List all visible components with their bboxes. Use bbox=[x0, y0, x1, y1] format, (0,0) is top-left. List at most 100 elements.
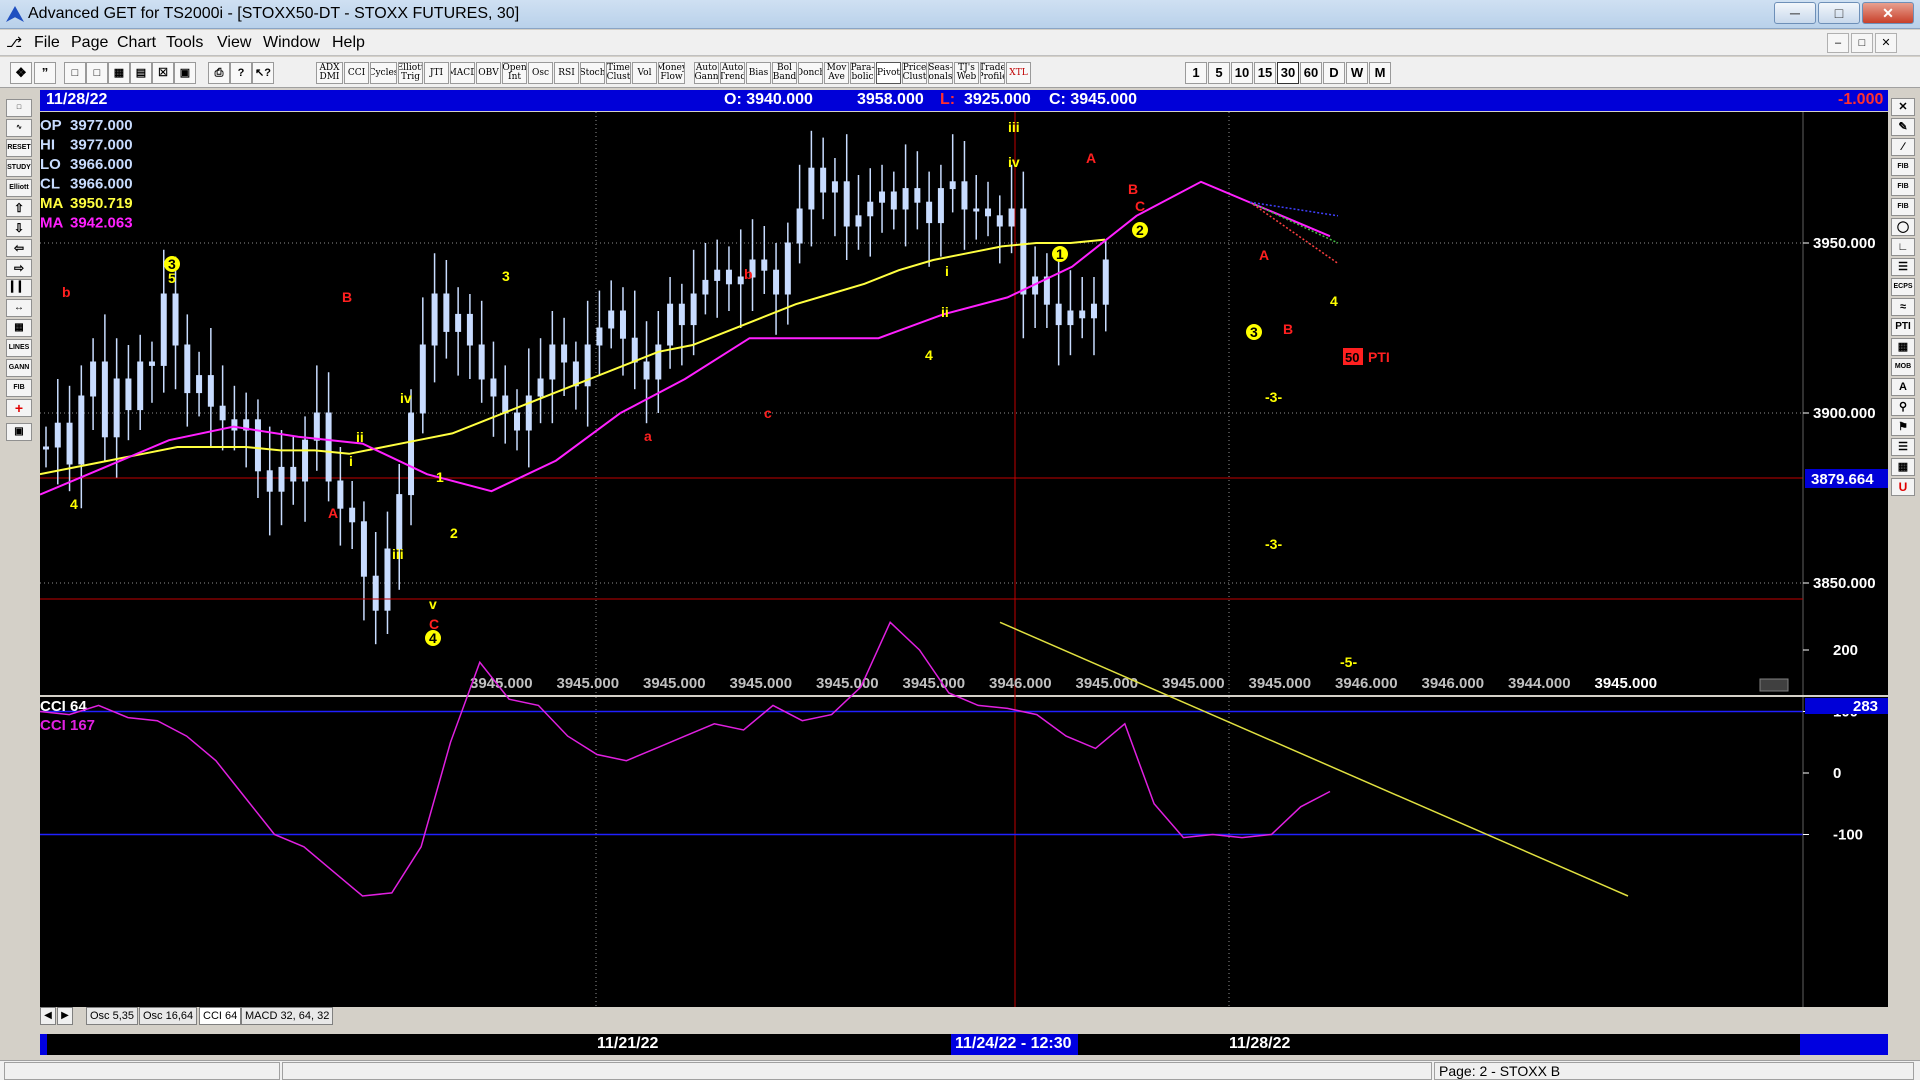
folder-icon[interactable]: □ bbox=[6, 99, 32, 117]
timeframe-button-5[interactable]: 5 bbox=[1208, 62, 1230, 84]
study-button-time-clust[interactable]: Time Clust bbox=[606, 62, 631, 84]
study-button-bias[interactable]: Bias bbox=[746, 62, 771, 84]
lines-button[interactable]: LINES bbox=[6, 339, 32, 357]
menu-file[interactable]: File bbox=[34, 34, 60, 52]
menu-chart[interactable]: Chart bbox=[117, 34, 156, 52]
arrow-right-icon[interactable]: ⇨ bbox=[6, 259, 32, 277]
tile-icon[interactable]: ▦ bbox=[108, 62, 130, 84]
scale-icon[interactable]: ↔ bbox=[6, 299, 32, 317]
menu-view[interactable]: View bbox=[217, 34, 251, 52]
study-button-xtl[interactable]: XTL bbox=[1006, 62, 1031, 84]
reset-button[interactable]: RESET bbox=[6, 139, 32, 157]
study-button-obv[interactable]: OBV bbox=[476, 62, 501, 84]
study-button-bol-band[interactable]: Bol Band bbox=[772, 62, 797, 84]
tab-scroll-left[interactable]: ◀ bbox=[40, 1007, 56, 1025]
mdi-close-button[interactable]: ✕ bbox=[1875, 33, 1897, 53]
menu-page[interactable]: Page bbox=[71, 34, 108, 52]
study-button-rsi[interactable]: RSI bbox=[554, 62, 579, 84]
print-icon[interactable]: ⎙ bbox=[208, 62, 230, 84]
menu-window[interactable]: Window bbox=[263, 34, 320, 52]
close-button[interactable]: ✕ bbox=[1862, 2, 1914, 24]
zoom-icon[interactable]: ⚲ bbox=[1891, 398, 1915, 416]
study-button-elliott-trig[interactable]: Elliott Trig bbox=[398, 62, 423, 84]
fan-icon[interactable]: ∟ bbox=[1891, 238, 1915, 256]
tab-cci-64[interactable]: CCI 64 bbox=[199, 1007, 242, 1025]
hint-icon[interactable]: ? bbox=[230, 62, 252, 84]
study-button-trade-profile[interactable]: Trade Profile bbox=[980, 62, 1005, 84]
table-icon[interactable]: ▦ bbox=[1891, 458, 1915, 476]
study-button-seas-onals[interactable]: Seas-onals bbox=[928, 62, 953, 84]
text-icon[interactable]: A bbox=[1891, 378, 1915, 396]
arrange-icon[interactable]: ▤ bbox=[130, 62, 152, 84]
study-button-tj-s-web[interactable]: TJ's Web bbox=[954, 62, 979, 84]
menu-help[interactable]: Help bbox=[332, 34, 365, 52]
study-button-mov-ave[interactable]: Mov Ave bbox=[824, 62, 849, 84]
list-icon[interactable]: ☰ bbox=[1891, 438, 1915, 456]
circle-icon[interactable]: ◯ bbox=[1891, 218, 1915, 236]
tab-macd[interactable]: MACD 32, 64, 32 bbox=[241, 1007, 334, 1025]
cross-icon[interactable]: ✕ bbox=[1891, 98, 1915, 116]
grid-icon[interactable]: ▦ bbox=[6, 319, 32, 337]
study-button-osc[interactable]: Osc bbox=[528, 62, 553, 84]
timeframe-button-d[interactable]: D bbox=[1323, 62, 1345, 84]
minimize-button[interactable]: ─ bbox=[1774, 2, 1816, 24]
camera-icon[interactable]: ▣ bbox=[6, 423, 32, 441]
tab-osc-16-64[interactable]: Osc 16,64 bbox=[139, 1007, 198, 1025]
pti-button[interactable]: PTI bbox=[1891, 318, 1915, 336]
timeframe-button-w[interactable]: W bbox=[1346, 62, 1368, 84]
study-button-jti[interactable]: JTI bbox=[424, 62, 449, 84]
fib-ext-button[interactable]: FIB EXT bbox=[1891, 178, 1915, 206]
study-button-price-clust[interactable]: Price Clust bbox=[902, 62, 927, 84]
timeframe-button-10[interactable]: 10 bbox=[1231, 62, 1253, 84]
ecps-button[interactable]: ECPS bbox=[1891, 278, 1915, 296]
timeframe-button-15[interactable]: 15 bbox=[1254, 62, 1276, 84]
wave-icon[interactable]: ≈ bbox=[1891, 298, 1915, 316]
open-icon[interactable]: □ bbox=[86, 62, 108, 84]
arrow-down-icon[interactable]: ⇩ bbox=[6, 219, 32, 237]
maximize-button[interactable]: □ bbox=[1818, 2, 1860, 24]
timeframe-button-m[interactable]: M bbox=[1369, 62, 1391, 84]
study-button-pivot[interactable]: Pivot bbox=[876, 62, 901, 84]
bars-icon[interactable]: ▎▎ bbox=[6, 279, 32, 297]
timeframe-button-60[interactable]: 60 bbox=[1300, 62, 1322, 84]
mob-button[interactable]: MOB bbox=[1891, 358, 1915, 376]
new-page-icon[interactable]: □ bbox=[64, 62, 86, 84]
study-button-cci[interactable]: CCI bbox=[344, 62, 369, 84]
chart-area[interactable]: 3950.0003900.0003850.0003879.664b354BAii… bbox=[40, 112, 1888, 1007]
pencil-icon[interactable]: ✎ bbox=[1891, 118, 1915, 136]
study-button-auto-gann[interactable]: Auto Gann bbox=[694, 62, 719, 84]
mdi-minimize-button[interactable]: – bbox=[1827, 33, 1849, 53]
fib-ret-button[interactable]: FIB RET bbox=[1891, 158, 1915, 186]
grid-tool-icon[interactable]: ▦ bbox=[1891, 338, 1915, 356]
study-button-donch[interactable]: Donch bbox=[798, 62, 823, 84]
fib-time-button[interactable]: FIB TIME bbox=[1891, 198, 1915, 226]
study-button-adx-dmi[interactable]: ADX DMI bbox=[316, 62, 343, 84]
study-button-cycles[interactable]: Cycles bbox=[370, 62, 397, 84]
study-button-stoch[interactable]: Stoch bbox=[580, 62, 605, 84]
mdi-restore-button[interactable]: □ bbox=[1851, 33, 1873, 53]
study-button-money-flow[interactable]: Money Flow bbox=[658, 62, 685, 84]
pin-icon[interactable]: ❖ bbox=[10, 62, 32, 84]
fib-button[interactable]: FIB bbox=[6, 379, 32, 397]
tag-icon[interactable]: ⚑ bbox=[1891, 418, 1915, 436]
delete-icon[interactable]: ☒ bbox=[152, 62, 174, 84]
elliott-button[interactable]: Elliott bbox=[6, 179, 32, 197]
tab-osc-5-35[interactable]: Osc 5,35 bbox=[86, 1007, 139, 1025]
study-button-open-int[interactable]: Open Int bbox=[502, 62, 527, 84]
crosshair-icon[interactable]: + bbox=[6, 399, 32, 417]
study-button-vol[interactable]: Vol bbox=[632, 62, 657, 84]
channel-icon[interactable]: ☰ bbox=[1891, 258, 1915, 276]
menu-tools[interactable]: Tools bbox=[166, 34, 203, 52]
timeframe-button-1[interactable]: 1 bbox=[1185, 62, 1207, 84]
gann-button[interactable]: GANN bbox=[6, 359, 32, 377]
tab-scroll-right[interactable]: ▶ bbox=[57, 1007, 73, 1025]
u-button[interactable]: U bbox=[1891, 478, 1915, 496]
quote-icon[interactable]: ” bbox=[34, 62, 56, 84]
line-icon[interactable]: ∕ bbox=[1891, 138, 1915, 156]
zigzag-icon[interactable]: ∿ bbox=[6, 119, 32, 137]
arrow-left-icon[interactable]: ⇦ bbox=[6, 239, 32, 257]
study-button[interactable]: STUDY bbox=[6, 159, 32, 177]
study-button-macd[interactable]: MACD bbox=[450, 62, 475, 84]
arrow-up-icon[interactable]: ⇧ bbox=[6, 199, 32, 217]
help-icon[interactable]: ↖? bbox=[252, 62, 274, 84]
